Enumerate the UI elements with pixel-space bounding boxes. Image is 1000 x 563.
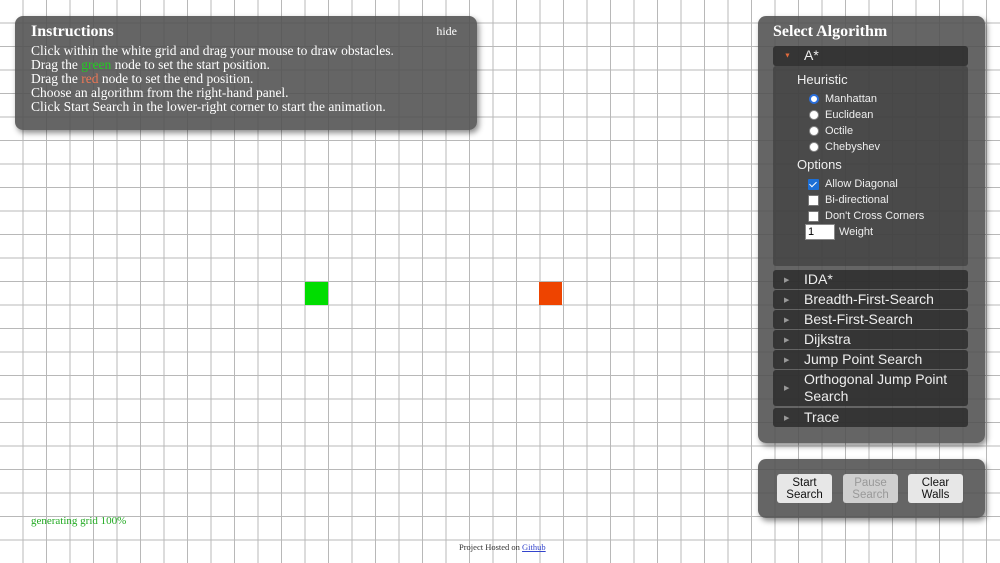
algorithm-header-trace[interactable]: ▶ Trace	[773, 408, 968, 427]
triangle-right-icon: ▶	[784, 276, 790, 284]
weight-input[interactable]: 1	[805, 224, 835, 240]
algorithm-label: Jump Point Search	[804, 351, 923, 367]
algorithm-label: Dijkstra	[804, 331, 851, 347]
heuristic-option-manhattan[interactable]: Manhattan	[809, 93, 877, 105]
footer: Project Hosted on Github	[459, 542, 546, 552]
instruction-line: Drag the red node to set the end positio…	[31, 71, 254, 86]
algorithm-header-orthogonal-jump-point[interactable]: ▶ Orthogonal Jump Point Search	[773, 370, 968, 406]
option-label: Bi-directional	[825, 194, 889, 206]
checkbox[interactable]	[808, 194, 819, 206]
weight-control: 1 Weight	[805, 224, 873, 240]
checkbox[interactable]	[808, 210, 819, 222]
instructions-text: Click within the white grid and drag you…	[31, 44, 394, 114]
control-panel: Start Search Pause Search Clear Walls	[758, 459, 985, 518]
radio-button[interactable]	[809, 110, 819, 120]
option-dont-cross-corners[interactable]: Don't Cross Corners	[808, 210, 924, 222]
instruction-line: Click within the white grid and drag you…	[31, 43, 394, 58]
heuristic-label: Euclidean	[825, 109, 874, 121]
algorithm-header-bfs[interactable]: ▶ Breadth-First-Search	[773, 290, 968, 309]
heuristic-label: Chebyshev	[825, 141, 881, 153]
astar-options-section: Heuristic Manhattan Euclidean Octile Che…	[773, 66, 968, 266]
heuristic-label: Manhattan	[825, 93, 877, 105]
algorithm-label: IDA*	[804, 271, 833, 287]
start-node[interactable]	[305, 282, 328, 305]
start-search-button[interactable]: Start Search	[777, 474, 832, 503]
algorithm-label: Trace	[804, 409, 840, 425]
radio-button[interactable]	[809, 142, 819, 152]
status-text: generating grid 100%	[31, 515, 127, 527]
triangle-right-icon: ▶	[784, 385, 790, 392]
algorithm-label: Best-First-Search	[804, 311, 913, 327]
triangle-right-icon: ▶	[784, 316, 790, 324]
radio-button[interactable]	[809, 94, 819, 104]
hide-instructions-link[interactable]: hide	[436, 24, 457, 39]
heuristic-label: Octile	[825, 125, 854, 137]
algorithm-header-ida[interactable]: ▶ IDA*	[773, 270, 968, 289]
instruction-line: Choose an algorithm from the right-hand …	[31, 85, 289, 100]
end-node[interactable]	[539, 282, 562, 305]
algorithm-header-jump-point[interactable]: ▶ Jump Point Search	[773, 350, 968, 369]
github-link[interactable]: Github	[522, 542, 546, 552]
heuristic-title: Heuristic	[797, 72, 848, 87]
clear-walls-button[interactable]: Clear Walls	[908, 474, 963, 503]
instructions-panel: Instructions hide Click within the white…	[15, 16, 477, 130]
algorithm-panel: Select Algorithm ▼ A* Heuristic Manhatta…	[758, 16, 985, 443]
option-bi-directional[interactable]: Bi-directional	[808, 194, 889, 206]
option-label: Don't Cross Corners	[825, 210, 925, 222]
triangle-right-icon: ▶	[784, 336, 790, 344]
radio-button[interactable]	[809, 126, 819, 136]
heuristic-option-chebyshev[interactable]: Chebyshev	[809, 141, 880, 153]
algorithm-label: Orthogonal Jump Point Search	[804, 371, 948, 404]
pause-search-button[interactable]: Pause Search	[843, 474, 898, 503]
algorithm-label: Breadth-First-Search	[804, 291, 934, 307]
heuristic-option-octile[interactable]: Octile	[809, 125, 853, 137]
options-title: Options	[797, 157, 842, 172]
instructions-title: Instructions	[31, 23, 114, 40]
checkbox[interactable]	[808, 178, 819, 190]
weight-label: Weight	[839, 226, 874, 238]
triangle-right-icon: ▶	[784, 296, 790, 304]
triangle-right-icon: ▶	[784, 356, 790, 364]
algorithm-label: A*	[804, 47, 819, 63]
algorithm-header-best-first[interactable]: ▶ Best-First-Search	[773, 310, 968, 329]
algorithm-header-dijkstra[interactable]: ▶ Dijkstra	[773, 330, 968, 349]
instruction-line: Drag the green node to set the start pos…	[31, 57, 270, 72]
triangle-down-icon: ▼	[784, 52, 791, 60]
option-allow-diagonal[interactable]: Allow Diagonal	[808, 178, 898, 190]
heuristic-option-euclidean[interactable]: Euclidean	[809, 109, 873, 121]
triangle-right-icon: ▶	[784, 414, 790, 422]
option-label: Allow Diagonal	[825, 178, 898, 190]
algorithm-header-astar[interactable]: ▼ A*	[773, 46, 968, 66]
instruction-line: Click Start Search in the lower-right co…	[31, 99, 386, 114]
algorithm-panel-title: Select Algorithm	[773, 23, 888, 40]
footer-text: Project Hosted on	[459, 542, 523, 552]
